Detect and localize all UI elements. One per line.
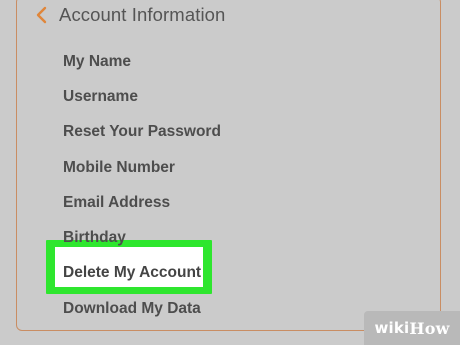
header: Account Information	[33, 2, 225, 28]
account-menu: My Name Username Reset Your Password Mob…	[63, 44, 221, 326]
menu-item-mobile-number[interactable]: Mobile Number	[63, 150, 221, 185]
watermark-wiki: wiki	[374, 319, 410, 337]
menu-item-birthday[interactable]: Birthday	[63, 220, 221, 255]
menu-item-username[interactable]: Username	[63, 79, 221, 114]
wikihow-watermark: wiki How	[364, 311, 460, 345]
menu-item-delete-account[interactable]: Delete My Account	[63, 256, 221, 291]
menu-item-email-address[interactable]: Email Address	[63, 185, 221, 220]
menu-item-my-name[interactable]: My Name	[63, 44, 221, 79]
watermark-how: How	[409, 318, 450, 338]
menu-item-download-data[interactable]: Download My Data	[63, 291, 221, 326]
page-title: Account Information	[59, 4, 226, 25]
chevron-left-icon[interactable]	[33, 5, 53, 25]
menu-item-reset-password[interactable]: Reset Your Password	[63, 115, 221, 150]
